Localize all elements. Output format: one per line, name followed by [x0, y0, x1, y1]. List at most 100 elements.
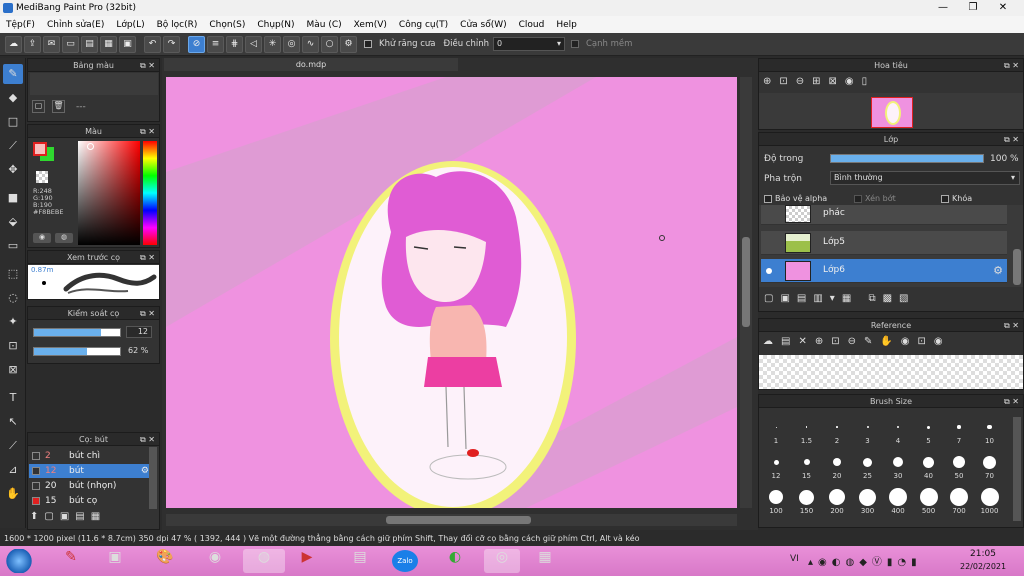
eyedropper-tool-icon[interactable]: ⟋ [3, 436, 23, 456]
comment-icon[interactable]: ✉ [43, 35, 60, 53]
export-icon[interactable]: ⇪ [24, 35, 41, 53]
trash-icon[interactable]: 🗑 [52, 100, 65, 113]
layer-row[interactable]: phác [761, 205, 1007, 225]
panel-buttons[interactable]: ⧉ ✕ [1004, 395, 1019, 408]
canvas-hscrollbar[interactable] [166, 514, 737, 526]
brush-size-cell[interactable]: 500 [915, 487, 943, 519]
brush-size-cell[interactable]: 300 [854, 487, 882, 519]
brush-size-slider[interactable] [33, 328, 121, 337]
brush-size-cell[interactable]: 1 [762, 417, 790, 449]
brush-tool-icon[interactable]: ✎ [3, 64, 23, 84]
eraser-tool-icon[interactable]: ◆ [3, 88, 23, 108]
brush-size-cell[interactable]: 15 [793, 452, 821, 484]
app-icon[interactable]: ▦ [530, 549, 560, 573]
hue-slider[interactable] [143, 141, 157, 245]
panel-buttons[interactable]: ⧉ ✕ [1004, 59, 1019, 72]
layer-opacity-slider[interactable] [830, 154, 984, 163]
new-palette-icon[interactable]: ▢ [32, 100, 45, 113]
adjust-select[interactable]: 0 ▾ [492, 37, 565, 51]
menu-cloud[interactable]: Cloud [513, 20, 551, 30]
brush-size-scrollbar[interactable] [1013, 417, 1021, 521]
brush-size-cell[interactable]: 40 [915, 452, 943, 484]
document-icon[interactable]: ▤ [81, 35, 98, 53]
palette-area[interactable] [30, 73, 158, 95]
reference-tools[interactable]: ☁▤✕⊕⊡⊖✎✋◉⊡◉ [763, 336, 951, 347]
menu-file[interactable]: Tệp(F) [0, 20, 41, 30]
brush-size-cell[interactable]: 200 [823, 487, 851, 519]
brush-size-cell[interactable]: 20 [823, 452, 851, 484]
document-tab[interactable]: do.mdp [164, 58, 458, 71]
app-icon[interactable]: ✎ [56, 549, 86, 573]
select-pen-icon[interactable]: ⊡ [3, 336, 23, 356]
snap-off-icon[interactable]: ⊘ [188, 35, 205, 53]
brush-opacity-slider[interactable] [33, 347, 121, 356]
curve-snap-icon[interactable]: ∿ [302, 35, 319, 53]
redo-icon[interactable]: ↷ [163, 35, 180, 53]
brush-scrollbar[interactable] [149, 447, 157, 509]
chat-icon[interactable]: ▭ [62, 35, 79, 53]
cloud-icon[interactable]: ☁ [5, 35, 22, 53]
minimize-button[interactable]: — [932, 0, 954, 16]
select-eraser-icon[interactable]: ⊠ [3, 360, 23, 380]
fill-rect-tool-icon[interactable]: ■ [3, 188, 23, 208]
panel-buttons[interactable]: ⧉ ✕ [140, 125, 155, 138]
protect-alpha[interactable]: Bảo vệ alpha [764, 194, 827, 203]
antialias-checkbox[interactable] [364, 40, 372, 48]
brush-size-cell[interactable]: 1.5 [793, 417, 821, 449]
menu-tools[interactable]: Công cụ(T) [393, 20, 454, 30]
vanish-snap-icon[interactable]: ◁ [245, 35, 262, 53]
color-mode-icon[interactable]: ◉ [33, 233, 51, 243]
parallel-snap-icon[interactable]: ≡ [207, 35, 224, 53]
brush-size-cell[interactable]: 70 [976, 452, 1004, 484]
brush-size-cell[interactable]: 25 [854, 452, 882, 484]
line-tool-icon[interactable]: ⟋ [3, 136, 23, 156]
language-indicator[interactable]: VI [790, 554, 799, 564]
brush-size-cell[interactable]: 100 [762, 487, 790, 519]
transparent-swatch[interactable] [36, 171, 48, 183]
brush-size-cell[interactable]: 4 [884, 417, 912, 449]
brush-size-cell[interactable]: 10 [976, 417, 1004, 449]
menu-layer[interactable]: Lớp(L) [110, 20, 150, 30]
operation-tool-icon[interactable]: ↖ [3, 412, 23, 432]
app-icon[interactable]: 🎨 [150, 549, 180, 573]
brush-size-cell[interactable]: 400 [884, 487, 912, 519]
menu-capture[interactable]: Chụp(N) [251, 20, 300, 30]
magic-wand-icon[interactable]: ✦ [3, 312, 23, 332]
panel-buttons[interactable]: ⧉ ✕ [140, 59, 155, 72]
close-button[interactable]: ✕ [992, 0, 1014, 16]
menu-edit[interactable]: Chỉnh sửa(E) [41, 20, 110, 30]
menu-filter[interactable]: Bộ lọc(R) [151, 20, 204, 30]
navigator-tools[interactable]: ⊕⊡⊖⊞⊠◉▯ [763, 76, 875, 87]
brush-size-cell[interactable]: 700 [945, 487, 973, 519]
primary-color-swatch[interactable] [33, 142, 47, 156]
select-tool-icon[interactable]: ⬚ [3, 264, 23, 284]
app-icon[interactable]: ▣ [100, 549, 130, 573]
brush-size-cell[interactable]: 150 [793, 487, 821, 519]
gear-icon[interactable]: ⚙ [340, 35, 357, 53]
chrome-icon[interactable]: ◎ [484, 549, 520, 573]
clipping[interactable]: Xén bớt [854, 194, 896, 203]
brush-size-field[interactable]: 12 [126, 326, 152, 338]
tray-icons[interactable]: ▴◉◐◍◆Ⓥ▮◔▮ [808, 553, 922, 568]
brush-item[interactable]: 20 bút (nhọn) [29, 479, 153, 493]
ellipse-snap-icon[interactable]: ○ [321, 35, 338, 53]
app-icon[interactable]: ◉ [200, 549, 230, 573]
lasso-tool-icon[interactable]: ◌ [3, 288, 23, 308]
app-icon[interactable]: ▶ [292, 549, 322, 573]
rectangle-tool-icon[interactable]: □ [3, 112, 23, 132]
brush-size-cell[interactable]: 3 [854, 417, 882, 449]
brush-size-cell[interactable]: 30 [884, 452, 912, 484]
brush-size-cell[interactable]: 2 [823, 417, 851, 449]
text-tool-icon[interactable]: T [3, 388, 23, 408]
gear-icon[interactable]: ⚙ [141, 464, 149, 478]
radial-snap-icon[interactable]: ✳ [264, 35, 281, 53]
layer-row[interactable]: Lớp6 ⚙ [761, 259, 1007, 283]
menu-window[interactable]: Cửa sổ(W) [454, 20, 512, 30]
brush-item[interactable]: 12 bút ⚙ [29, 464, 153, 478]
bucket-tool-icon[interactable]: ⬙ [3, 212, 23, 232]
layout-icon[interactable]: ▣ [119, 35, 136, 53]
start-button[interactable] [2, 549, 36, 573]
blend-select[interactable]: Bình thường ▾ [830, 171, 1020, 185]
undo-icon[interactable]: ↶ [144, 35, 161, 53]
brush-size-cell[interactable]: 5 [915, 417, 943, 449]
